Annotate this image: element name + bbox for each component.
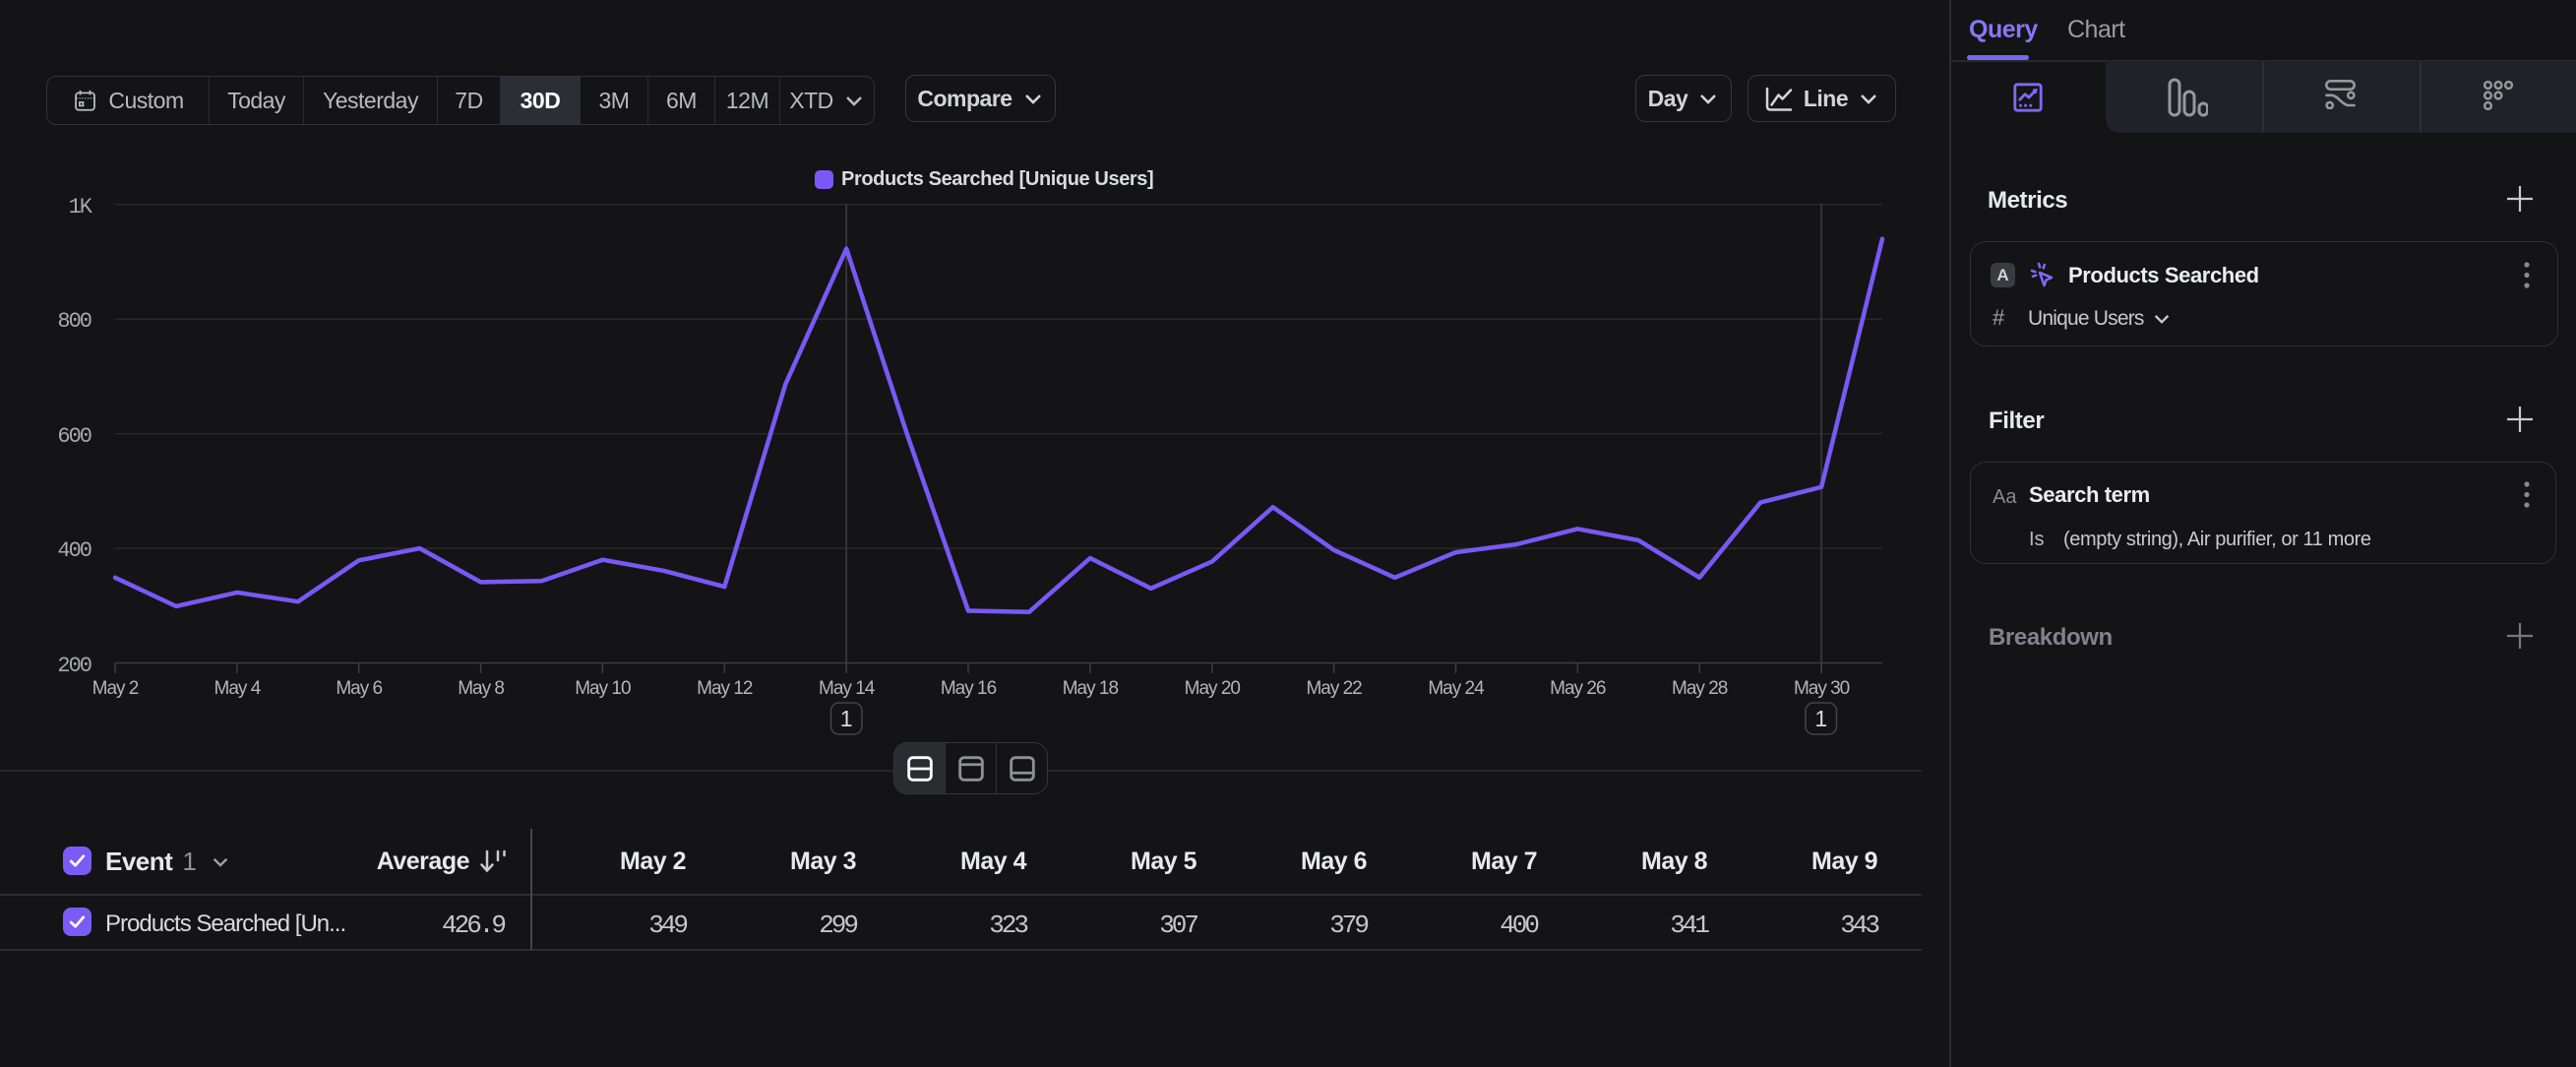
svg-text:1: 1: [840, 706, 853, 731]
svg-text:800: 800: [57, 309, 91, 334]
svg-text:May 2: May 2: [92, 678, 139, 699]
svg-text:May 20: May 20: [1185, 678, 1241, 699]
svg-text:400: 400: [57, 538, 91, 563]
svg-text:1K: 1K: [69, 195, 93, 220]
svg-text:1: 1: [1814, 706, 1827, 731]
svg-text:May 8: May 8: [458, 678, 504, 699]
svg-text:May 6: May 6: [336, 678, 382, 699]
svg-text:May 30: May 30: [1794, 678, 1850, 699]
svg-text:May 10: May 10: [575, 678, 631, 699]
svg-text:May 28: May 28: [1672, 678, 1728, 699]
svg-text:May 4: May 4: [215, 678, 262, 699]
svg-text:May 18: May 18: [1063, 678, 1119, 699]
svg-text:May 14: May 14: [819, 678, 876, 699]
svg-text:May 22: May 22: [1306, 678, 1362, 699]
svg-text:600: 600: [57, 424, 91, 449]
svg-text:May 16: May 16: [941, 678, 997, 699]
svg-text:May 26: May 26: [1550, 678, 1606, 699]
svg-text:May 12: May 12: [697, 678, 753, 699]
svg-text:200: 200: [57, 654, 91, 678]
svg-text:May 24: May 24: [1428, 678, 1485, 699]
